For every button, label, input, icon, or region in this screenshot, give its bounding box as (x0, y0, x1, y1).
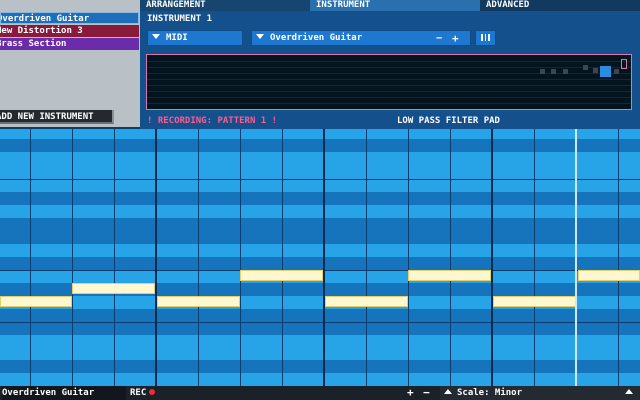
level-marker (593, 68, 598, 73)
source-select[interactable]: MIDI (147, 30, 243, 46)
instrument-title: INSTRUMENT 1 (147, 14, 213, 24)
filter-pad-label: LOW PASS FILTER PAD (397, 116, 500, 126)
chevron-up-icon (625, 389, 633, 394)
keyboard-icon (481, 34, 490, 41)
note-block[interactable] (72, 283, 155, 294)
current-instrument-label[interactable]: Overdriven Guitar (2, 386, 126, 400)
note-block[interactable] (325, 296, 408, 307)
piano-roll-grid[interactable] (0, 129, 640, 386)
grid-row (0, 139, 640, 152)
grid-row-divider (0, 179, 640, 180)
grid-row (0, 152, 640, 166)
grid-row (0, 129, 640, 139)
grid-row (0, 348, 640, 360)
recording-status: ! RECORDING: PATTERN 1 ! (147, 116, 278, 126)
status-bar: Overdriven Guitar REC + − Scale: Minor (0, 386, 640, 400)
chevron-down-icon (256, 34, 264, 39)
add-instrument-button[interactable]: ADD NEW INSTRUMENT (0, 110, 114, 124)
note-block[interactable] (240, 270, 323, 281)
level-handle[interactable] (600, 66, 611, 77)
tab-arrangement[interactable]: ARRANGEMENT (140, 0, 310, 11)
level-marker (563, 69, 568, 74)
keyboard-button[interactable] (475, 30, 496, 46)
grid-row (0, 360, 640, 373)
chevron-down-icon (152, 34, 160, 39)
note-block[interactable] (493, 296, 576, 307)
scale-select[interactable]: Scale: Minor (440, 386, 624, 400)
grid-row (0, 192, 640, 205)
grid-row (0, 205, 640, 218)
record-button[interactable]: REC (130, 386, 156, 400)
note-block[interactable] (578, 270, 640, 281)
instrument-item-overdriven-guitar[interactable]: Overdriven Guitar (0, 12, 139, 24)
grid-row (0, 179, 640, 192)
grid-row (0, 335, 640, 348)
top-left-corner (0, 0, 140, 11)
zoom-in-button[interactable]: + (407, 386, 414, 400)
note-block[interactable] (157, 296, 240, 307)
grid-row (0, 309, 640, 322)
tab-advanced[interactable]: ADVANCED (480, 0, 640, 11)
note-block[interactable] (408, 270, 491, 281)
grid-row (0, 166, 640, 179)
tab-instrument[interactable]: INSTRUMENT (310, 0, 480, 11)
waveform-edge-handle[interactable] (621, 59, 627, 69)
note-block[interactable] (0, 296, 72, 307)
instrument-list: Overdriven Guitar New Distortion 3 Brass… (0, 11, 140, 127)
grid-row (0, 218, 640, 231)
waveform-display[interactable] (146, 54, 632, 110)
level-marker (551, 69, 556, 74)
instrument-item-new-distortion[interactable]: New Distortion 3 (0, 25, 139, 37)
grid-row (0, 231, 640, 244)
zoom-out-button[interactable]: − (423, 386, 430, 400)
grid-row (0, 244, 640, 257)
extra-options-button[interactable] (622, 386, 640, 400)
chevron-up-icon (444, 389, 452, 394)
grid-row-divider (0, 322, 640, 323)
grid-row (0, 373, 640, 386)
grid-row (0, 322, 640, 335)
grid-row (0, 257, 640, 270)
record-dot-icon (149, 389, 156, 395)
playhead[interactable] (575, 129, 577, 386)
level-marker (583, 65, 588, 70)
level-marker (540, 69, 545, 74)
instrument-item-brass-section[interactable]: Brass Section (0, 38, 139, 50)
level-marker (614, 69, 619, 74)
mode-tabs: ARRANGEMENT INSTRUMENT ADVANCED (140, 0, 640, 11)
preset-minus-button[interactable]: − (436, 33, 442, 44)
preset-plus-button[interactable]: + (452, 32, 459, 45)
